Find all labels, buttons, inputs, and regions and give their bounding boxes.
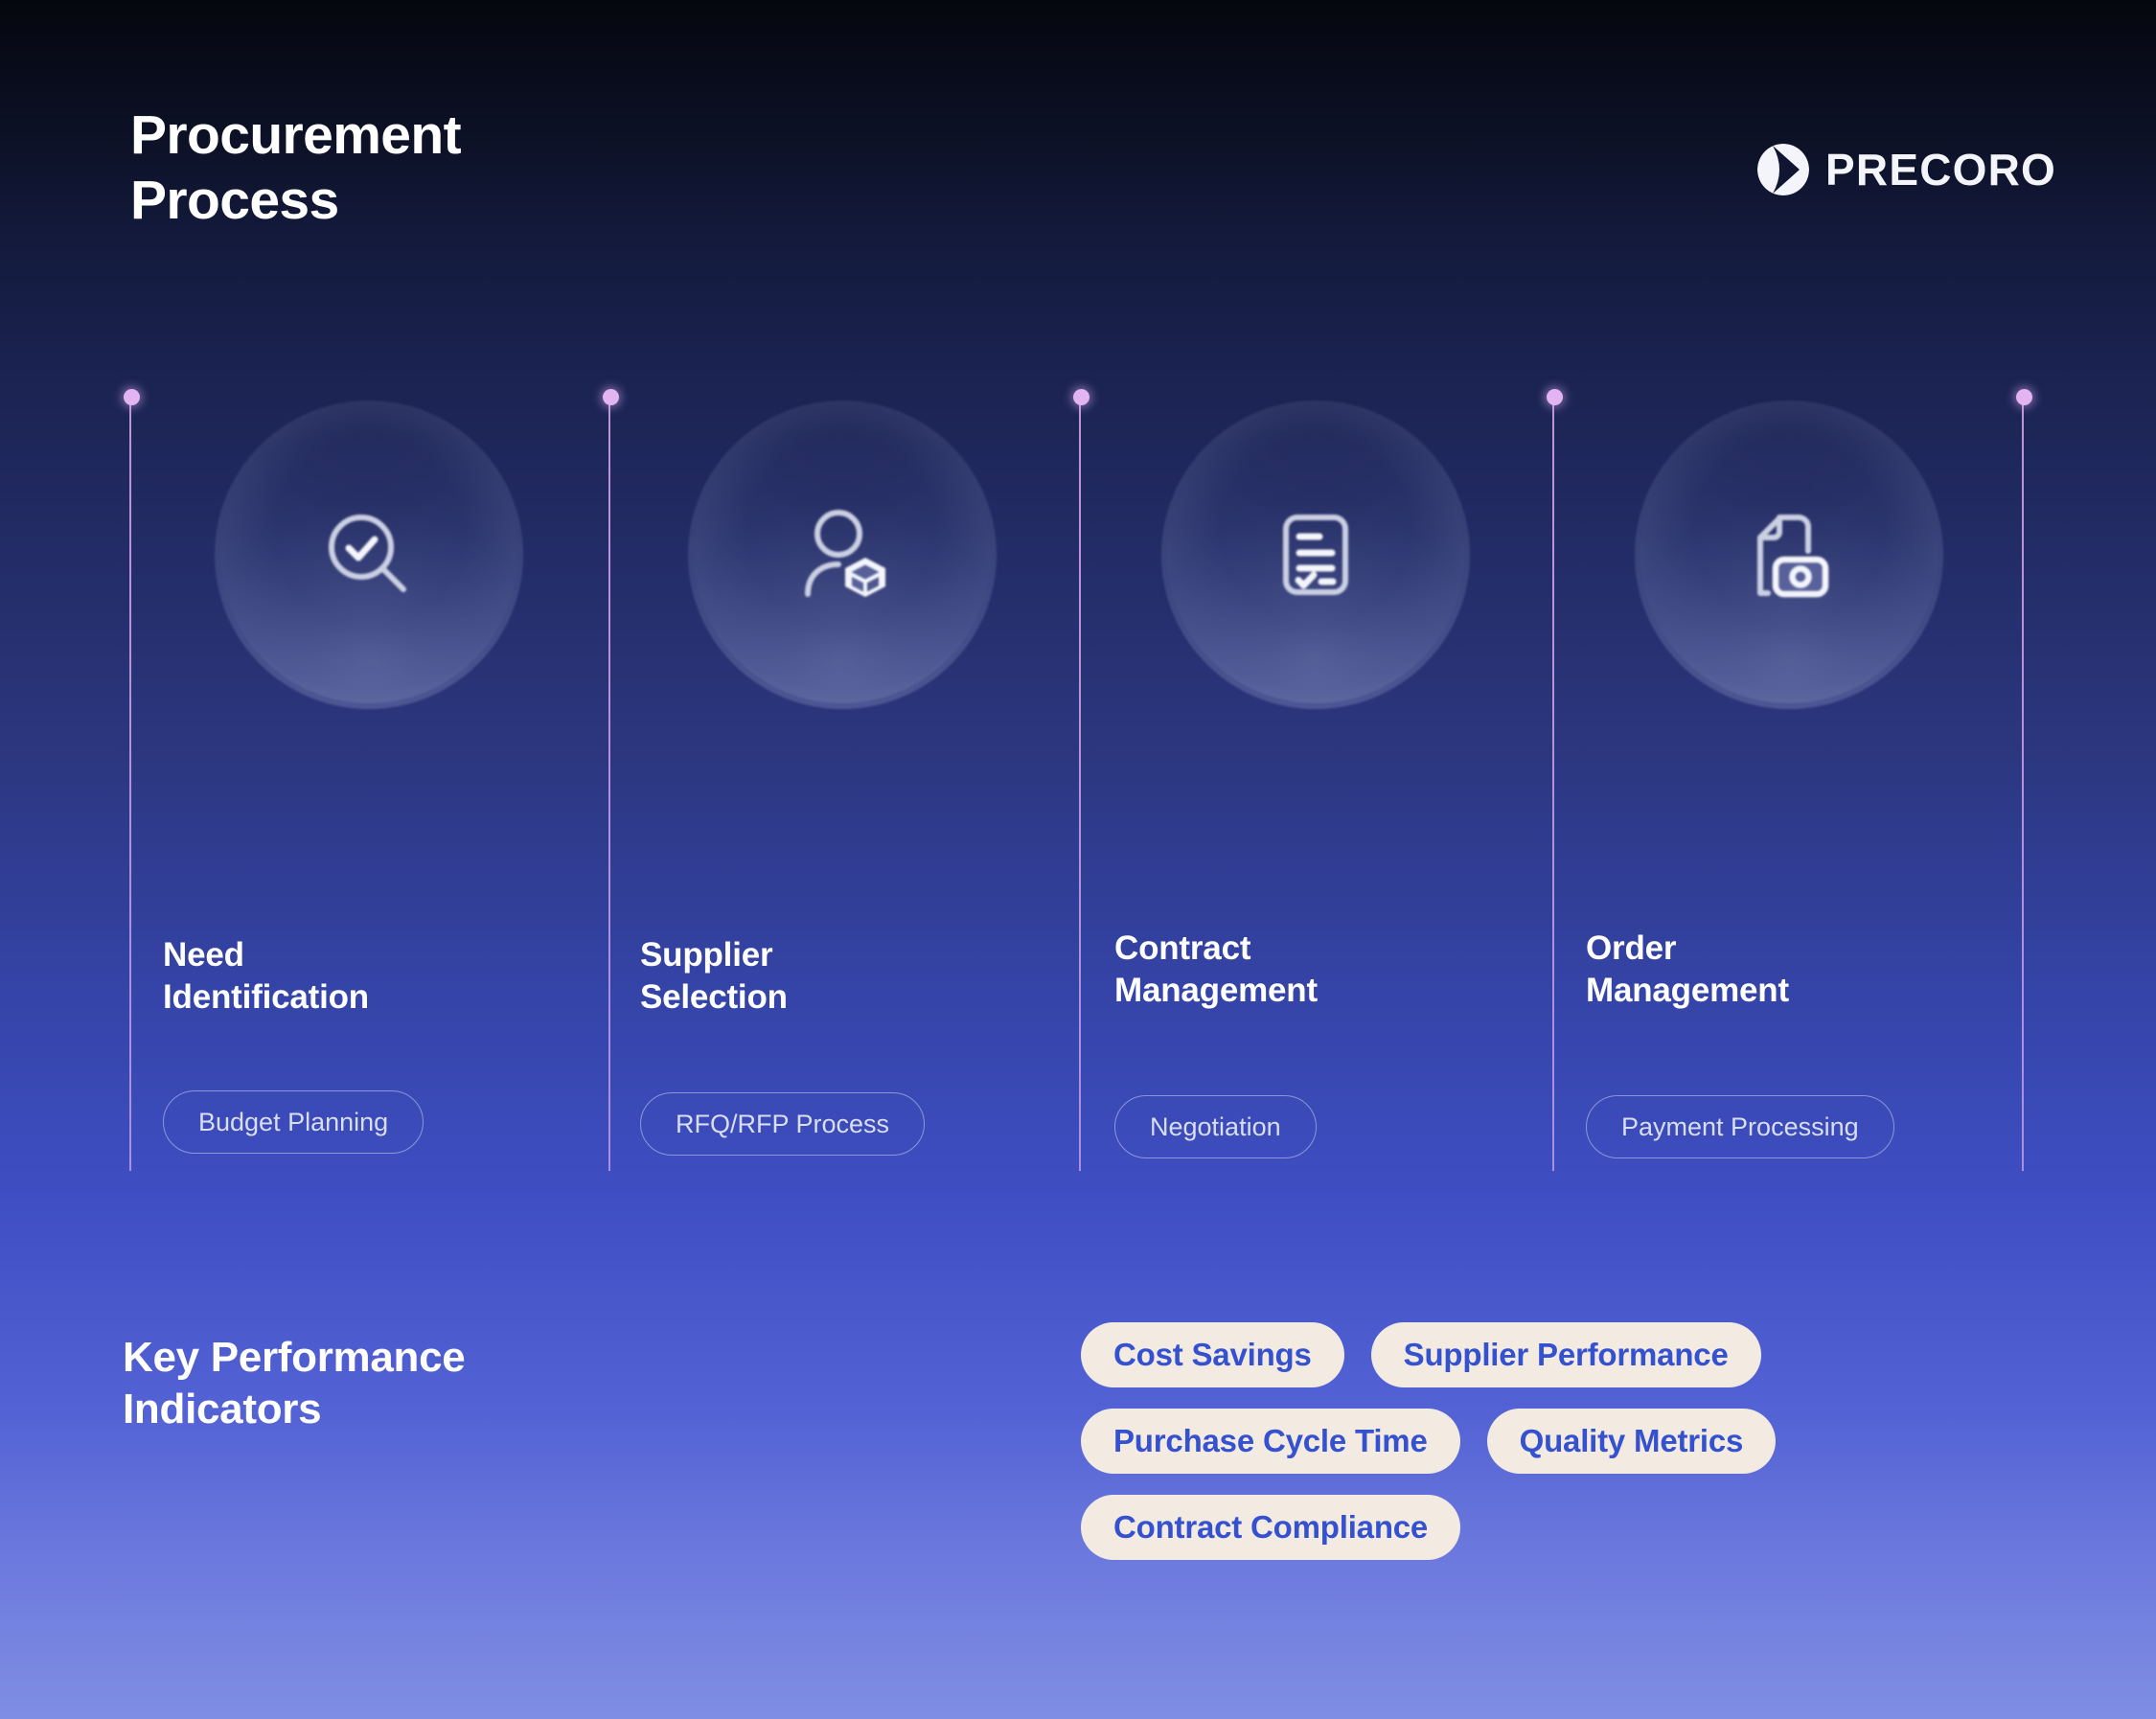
step-orb-3	[1161, 401, 1470, 709]
kpi-section-title: Key Performance Indicators	[123, 1334, 466, 1432]
step-chip-2[interactable]: RFQ/RFP Process	[640, 1092, 926, 1156]
step-orb-2	[688, 401, 997, 709]
step-orb-4	[1635, 401, 1943, 709]
step-label-2: Supplier Selection	[640, 936, 788, 1017]
step-rail-dot-5	[2016, 389, 2032, 405]
step-rail-1	[129, 397, 131, 1171]
kpi-chip[interactable]: Supplier Performance	[1370, 1322, 1761, 1387]
step-label-1: Need Identification	[163, 936, 369, 1017]
step-rail-dot-3	[1073, 389, 1089, 405]
step-rail-3	[1079, 397, 1081, 1171]
kpi-chip[interactable]: Quality Metrics	[1486, 1409, 1777, 1474]
step-rail-5	[2022, 397, 2024, 1171]
kpi-chip[interactable]: Cost Savings	[1081, 1322, 1344, 1387]
magnifier-check-icon	[215, 401, 523, 709]
step-rail-4	[1552, 397, 1554, 1171]
step-label-3: Contract Management	[1114, 929, 1318, 1010]
kpi-chip-list: Cost Savings Supplier Performance Purcha…	[1081, 1322, 2049, 1560]
step-rail-2	[608, 397, 610, 1171]
step-label-4: Order Management	[1586, 929, 1789, 1010]
step-orb-1	[215, 401, 523, 709]
kpi-chip[interactable]: Contract Compliance	[1081, 1495, 1461, 1560]
step-chip-3[interactable]: Negotiation	[1114, 1095, 1317, 1158]
document-payment-icon	[1635, 401, 1943, 709]
step-chip-1[interactable]: Budget Planning	[163, 1090, 424, 1154]
contract-checklist-icon	[1161, 401, 1470, 709]
infographic-canvas: Procurement Process PRECORO Need Identif…	[0, 0, 2156, 1719]
step-chip-4[interactable]: Payment Processing	[1586, 1095, 1894, 1158]
kpi-chip[interactable]: Purchase Cycle Time	[1081, 1409, 1460, 1474]
step-rail-dot-2	[603, 389, 619, 405]
user-box-icon	[688, 401, 997, 709]
step-rail-dot-4	[1547, 389, 1563, 405]
step-rail-dot-1	[124, 389, 140, 405]
